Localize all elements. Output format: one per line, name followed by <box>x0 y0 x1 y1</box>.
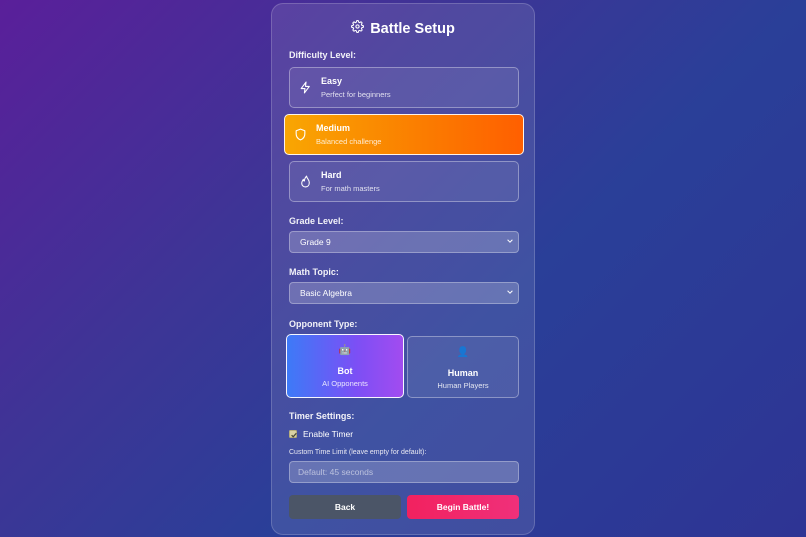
chevron-down-icon <box>507 239 513 243</box>
back-button[interactable]: Back <box>289 495 401 519</box>
gear-icon <box>351 20 365 37</box>
opponent-name: Human <box>447 368 479 378</box>
opponent-label: Opponent Type: <box>289 319 358 329</box>
enable-timer-row: Enable Timer <box>289 429 353 439</box>
opponent-name: Bot <box>337 366 353 376</box>
custom-time-label: Custom Time Limit (leave empty for defau… <box>289 449 427 456</box>
timer-label: Timer Settings: <box>289 411 355 421</box>
difficulty-name: Medium <box>316 123 351 133</box>
difficulty-option-medium[interactable]: Medium Balanced challenge <box>284 114 524 155</box>
shield-icon <box>294 128 307 141</box>
chevron-down-icon <box>507 290 513 294</box>
difficulty-name: Easy <box>321 76 343 86</box>
grade-select[interactable]: Grade 9 <box>289 231 519 253</box>
difficulty-desc: For math masters <box>321 184 380 193</box>
topic-label: Math Topic: <box>289 267 339 277</box>
grade-value: Grade 9 <box>300 237 331 247</box>
robot-icon: 🤖 <box>338 345 352 356</box>
enable-timer-checkbox[interactable] <box>289 430 297 438</box>
topic-value: Basic Algebra <box>300 288 352 298</box>
difficulty-option-easy[interactable]: Easy Perfect for beginners <box>289 67 519 108</box>
flame-icon <box>299 175 312 188</box>
opponent-option-human[interactable]: 👤 Human Human Players <box>407 336 519 398</box>
difficulty-desc: Perfect for beginners <box>321 90 391 99</box>
difficulty-option-hard[interactable]: Hard For math masters <box>289 161 519 202</box>
opponent-desc: Human Players <box>437 381 489 390</box>
difficulty-name: Hard <box>321 170 342 180</box>
grade-label: Grade Level: <box>289 216 344 226</box>
difficulty-label: Difficulty Level: <box>289 50 357 60</box>
begin-battle-button[interactable]: Begin Battle! <box>407 495 519 519</box>
title-text: Battle Setup <box>370 20 455 37</box>
opponent-desc: AI Opponents <box>322 379 368 388</box>
opponent-option-bot[interactable]: 🤖 Bot AI Opponents <box>286 334 404 398</box>
panel-title: Battle Setup <box>272 20 534 37</box>
enable-timer-label: Enable Timer <box>303 429 354 439</box>
lightning-icon <box>299 81 312 94</box>
custom-time-input[interactable] <box>289 461 519 483</box>
difficulty-desc: Balanced challenge <box>316 137 382 146</box>
person-icon: 👤 <box>456 347 470 358</box>
check-icon <box>291 432 297 438</box>
battle-setup-panel: Battle Setup Difficulty Level: Easy Perf… <box>271 3 535 535</box>
topic-select[interactable]: Basic Algebra <box>289 282 519 304</box>
